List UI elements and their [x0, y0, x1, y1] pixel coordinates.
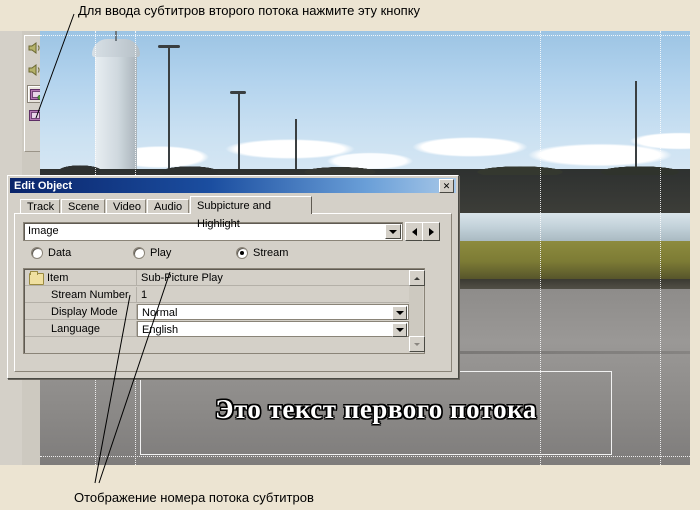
close-button[interactable]: ✕: [439, 179, 454, 193]
property-name: Display Mode: [25, 304, 137, 320]
close-icon: ✕: [442, 180, 451, 191]
prev-object-button[interactable]: [405, 222, 423, 241]
tab-scene[interactable]: Scene: [61, 199, 105, 214]
screenshot-root: Для ввода субтитров второго потока нажми…: [0, 0, 700, 510]
property-name: Stream Number: [25, 287, 137, 303]
chevron-down-icon[interactable]: [392, 323, 407, 337]
tab-track[interactable]: Track: [20, 199, 60, 214]
radio-dot-icon: [236, 247, 248, 259]
radio-data-label: Data: [48, 247, 72, 259]
property-row-item[interactable]: Item Sub-Picture Play: [25, 270, 409, 286]
radio-play-label: Play: [150, 247, 172, 259]
bottom-annotation-caption: Отображение номера потока субтитров: [74, 490, 314, 505]
mode-radio-group: Data Play Stream: [23, 247, 443, 263]
safe-area-guide-vertical: [660, 31, 661, 465]
property-value: Sub-Picture Play: [137, 270, 409, 286]
property-row-stream-number[interactable]: Stream Number 1: [25, 287, 409, 303]
radio-dot-icon: [31, 247, 43, 259]
property-grid[interactable]: Item Sub-Picture Play Stream Number 1 Di…: [23, 268, 425, 354]
radio-stream-label: Stream: [253, 247, 289, 259]
arrow-right-icon: [428, 227, 434, 236]
property-row-language[interactable]: Language English: [25, 321, 409, 337]
radio-play[interactable]: Play: [133, 247, 171, 259]
lamppost: [168, 47, 170, 179]
folder-icon: [29, 271, 44, 285]
radio-stream[interactable]: Stream: [236, 247, 288, 259]
arrow-up-icon: [414, 276, 420, 280]
property-value: 1: [137, 287, 409, 303]
radio-data[interactable]: Data: [31, 247, 71, 259]
tab-subpicture-and-highlight[interactable]: Subpicture and Highlight: [190, 196, 312, 230]
tab-audio[interactable]: Audio: [147, 199, 189, 214]
dialog-tabstrip: Track Scene Video Audio Subpicture and H…: [14, 196, 452, 230]
next-object-button[interactable]: [422, 222, 440, 241]
scroll-up-button[interactable]: [409, 270, 425, 286]
chevron-down-icon[interactable]: [385, 224, 401, 239]
property-name: Language: [25, 321, 137, 337]
castle-tower-dome: [92, 39, 140, 57]
tab-video[interactable]: Video: [106, 199, 146, 214]
object-type-value: Image: [28, 225, 59, 237]
lamppost-arm: [158, 45, 180, 48]
language-dropdown[interactable]: English: [137, 321, 409, 337]
castle-spire: [115, 31, 117, 41]
property-name: Item: [25, 270, 137, 286]
dialog-title: Edit Object: [14, 179, 73, 192]
arrow-left-icon: [411, 227, 417, 236]
lamppost-arm: [230, 91, 246, 94]
top-annotation-caption: Для ввода субтитров второго потока нажми…: [78, 3, 421, 18]
subtitle-text: Это текст первого потока: [215, 394, 537, 424]
radio-dot-icon: [133, 247, 145, 259]
safe-area-guide-horizontal: [40, 456, 690, 457]
arrow-down-icon: [414, 342, 420, 346]
edit-object-dialog[interactable]: Edit Object ✕ Track Scene Video Audio Su…: [7, 175, 459, 379]
property-value: English: [142, 324, 179, 336]
scroll-down-button[interactable]: [409, 336, 425, 352]
castle-tower: [95, 49, 137, 179]
subtitle-selection-box[interactable]: Это текст первого потока: [140, 371, 612, 455]
chevron-down-icon[interactable]: [392, 306, 407, 320]
property-row-display-mode[interactable]: Display Mode Normal: [25, 304, 409, 320]
dialog-titlebar[interactable]: Edit Object ✕: [10, 178, 456, 193]
property-grid-scrollbar[interactable]: [409, 270, 425, 352]
display-mode-dropdown[interactable]: Normal: [137, 304, 409, 320]
safe-area-guide-horizontal: [40, 35, 690, 36]
property-value: Normal: [142, 307, 178, 319]
property-name-label: Item: [47, 272, 69, 284]
dialog-tabpanel: Image Data Play Stream Item Sub-Picture …: [14, 213, 452, 372]
